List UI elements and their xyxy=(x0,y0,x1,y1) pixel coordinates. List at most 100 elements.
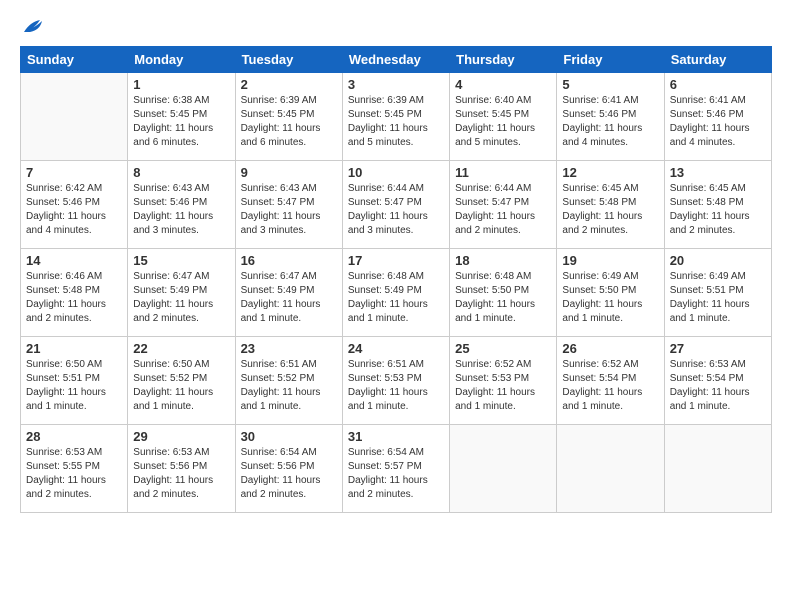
day-number: 28 xyxy=(26,429,122,444)
day-number: 29 xyxy=(133,429,229,444)
col-monday: Monday xyxy=(128,47,235,73)
logo xyxy=(20,18,44,36)
calendar-week-row: 14 Sunrise: 6:46 AMSunset: 5:48 PMDayligh… xyxy=(21,249,772,337)
sun-info: Sunrise: 6:51 AMSunset: 5:52 PMDaylight:… xyxy=(241,358,337,414)
sun-info: Sunrise: 6:50 AMSunset: 5:52 PMDaylight:… xyxy=(133,358,229,414)
sun-info: Sunrise: 6:46 AMSunset: 5:48 PMDaylight:… xyxy=(26,270,122,326)
col-wednesday: Wednesday xyxy=(342,47,449,73)
sun-info: Sunrise: 6:48 AMSunset: 5:50 PMDaylight:… xyxy=(455,270,551,326)
col-saturday: Saturday xyxy=(664,47,771,73)
sun-info: Sunrise: 6:48 AMSunset: 5:49 PMDaylight:… xyxy=(348,270,444,326)
day-number: 23 xyxy=(241,341,337,356)
table-row: 1 Sunrise: 6:38 AMSunset: 5:45 PMDaylight… xyxy=(128,73,235,161)
calendar-header-row: Sunday Monday Tuesday Wednesday Thursday… xyxy=(21,47,772,73)
sun-info: Sunrise: 6:54 AMSunset: 5:57 PMDaylight:… xyxy=(348,446,444,502)
day-number: 1 xyxy=(133,77,229,92)
sun-info: Sunrise: 6:53 AMSunset: 5:56 PMDaylight:… xyxy=(133,446,229,502)
day-number: 20 xyxy=(670,253,766,268)
day-number: 12 xyxy=(562,165,658,180)
table-row: 19Sunrise: 6:49 AMSunset: 5:50 PMDayligh… xyxy=(557,249,664,337)
table-row: 29 Sunrise: 6:53 AMSunset: 5:56 PMDayligh… xyxy=(128,425,235,513)
table-row xyxy=(557,425,664,513)
col-tuesday: Tuesday xyxy=(235,47,342,73)
day-number: 21 xyxy=(26,341,122,356)
table-row: 12 Sunrise: 6:45 AMSunset: 5:48 PMDayligh… xyxy=(557,161,664,249)
sun-info: Sunrise: 6:49 AMSunset: 5:50 PMDaylight:… xyxy=(562,270,658,326)
day-number: 8 xyxy=(133,165,229,180)
table-row: 2 Sunrise: 6:39 AMSunset: 5:45 PMDaylight… xyxy=(235,73,342,161)
day-number: 18 xyxy=(455,253,551,268)
table-row: 20Sunrise: 6:49 AMSunset: 5:51 PMDayligh… xyxy=(664,249,771,337)
sun-info: Sunrise: 6:44 AMSunset: 5:47 PMDaylight:… xyxy=(348,182,444,238)
day-number: 11 xyxy=(455,165,551,180)
day-number: 25 xyxy=(455,341,551,356)
day-number: 6 xyxy=(670,77,766,92)
table-row: 14 Sunrise: 6:46 AMSunset: 5:48 PMDayligh… xyxy=(21,249,128,337)
sun-info: Sunrise: 6:47 AMSunset: 5:49 PMDaylight:… xyxy=(241,270,337,326)
day-number: 9 xyxy=(241,165,337,180)
calendar-table: Sunday Monday Tuesday Wednesday Thursday… xyxy=(20,46,772,513)
sun-info: Sunrise: 6:45 AMSunset: 5:48 PMDaylight:… xyxy=(562,182,658,238)
logo-bird-icon xyxy=(22,18,44,36)
table-row: 10 Sunrise: 6:44 AMSunset: 5:47 PMDayligh… xyxy=(342,161,449,249)
table-row: 11 Sunrise: 6:44 AMSunset: 5:47 PMDayligh… xyxy=(450,161,557,249)
table-row: 15Sunrise: 6:47 AMSunset: 5:49 PMDayligh… xyxy=(128,249,235,337)
table-row: 9 Sunrise: 6:43 AMSunset: 5:47 PMDaylight… xyxy=(235,161,342,249)
calendar-page: Sunday Monday Tuesday Wednesday Thursday… xyxy=(0,0,792,612)
sun-info: Sunrise: 6:41 AMSunset: 5:46 PMDaylight:… xyxy=(562,94,658,150)
sun-info: Sunrise: 6:52 AMSunset: 5:54 PMDaylight:… xyxy=(562,358,658,414)
table-row xyxy=(450,425,557,513)
sun-info: Sunrise: 6:53 AMSunset: 5:55 PMDaylight:… xyxy=(26,446,122,502)
day-number: 30 xyxy=(241,429,337,444)
sun-info: Sunrise: 6:44 AMSunset: 5:47 PMDaylight:… xyxy=(455,182,551,238)
col-thursday: Thursday xyxy=(450,47,557,73)
day-number: 17 xyxy=(348,253,444,268)
day-number: 16 xyxy=(241,253,337,268)
table-row: 4 Sunrise: 6:40 AMSunset: 5:45 PMDaylight… xyxy=(450,73,557,161)
sun-info: Sunrise: 6:39 AMSunset: 5:45 PMDaylight:… xyxy=(241,94,337,150)
table-row xyxy=(21,73,128,161)
table-row: 6 Sunrise: 6:41 AMSunset: 5:46 PMDaylight… xyxy=(664,73,771,161)
sun-info: Sunrise: 6:41 AMSunset: 5:46 PMDaylight:… xyxy=(670,94,766,150)
sun-info: Sunrise: 6:52 AMSunset: 5:53 PMDaylight:… xyxy=(455,358,551,414)
table-row: 17 Sunrise: 6:48 AMSunset: 5:49 PMDayligh… xyxy=(342,249,449,337)
table-row: 25 Sunrise: 6:52 AMSunset: 5:53 PMDayligh… xyxy=(450,337,557,425)
day-number: 10 xyxy=(348,165,444,180)
table-row: 21 Sunrise: 6:50 AMSunset: 5:51 PMDayligh… xyxy=(21,337,128,425)
table-row: 5 Sunrise: 6:41 AMSunset: 5:46 PMDaylight… xyxy=(557,73,664,161)
table-row: 31 Sunrise: 6:54 AMSunset: 5:57 PMDayligh… xyxy=(342,425,449,513)
day-number: 14 xyxy=(26,253,122,268)
sun-info: Sunrise: 6:40 AMSunset: 5:45 PMDaylight:… xyxy=(455,94,551,150)
day-number: 22 xyxy=(133,341,229,356)
calendar-week-row: 7 Sunrise: 6:42 AMSunset: 5:46 PMDaylight… xyxy=(21,161,772,249)
sun-info: Sunrise: 6:45 AMSunset: 5:48 PMDaylight:… xyxy=(670,182,766,238)
table-row: 26 Sunrise: 6:52 AMSunset: 5:54 PMDayligh… xyxy=(557,337,664,425)
day-number: 3 xyxy=(348,77,444,92)
sun-info: Sunrise: 6:42 AMSunset: 5:46 PMDaylight:… xyxy=(26,182,122,238)
table-row: 28 Sunrise: 6:53 AMSunset: 5:55 PMDayligh… xyxy=(21,425,128,513)
day-number: 7 xyxy=(26,165,122,180)
day-number: 4 xyxy=(455,77,551,92)
table-row: 30Sunrise: 6:54 AMSunset: 5:56 PMDayligh… xyxy=(235,425,342,513)
day-number: 31 xyxy=(348,429,444,444)
calendar-week-row: 28 Sunrise: 6:53 AMSunset: 5:55 PMDayligh… xyxy=(21,425,772,513)
sun-info: Sunrise: 6:43 AMSunset: 5:47 PMDaylight:… xyxy=(241,182,337,238)
sun-info: Sunrise: 6:53 AMSunset: 5:54 PMDaylight:… xyxy=(670,358,766,414)
calendar-week-row: 21 Sunrise: 6:50 AMSunset: 5:51 PMDayligh… xyxy=(21,337,772,425)
col-sunday: Sunday xyxy=(21,47,128,73)
day-number: 2 xyxy=(241,77,337,92)
table-row: 27Sunrise: 6:53 AMSunset: 5:54 PMDayligh… xyxy=(664,337,771,425)
table-row: 18 Sunrise: 6:48 AMSunset: 5:50 PMDayligh… xyxy=(450,249,557,337)
sun-info: Sunrise: 6:38 AMSunset: 5:45 PMDaylight:… xyxy=(133,94,229,150)
sun-info: Sunrise: 6:39 AMSunset: 5:45 PMDaylight:… xyxy=(348,94,444,150)
day-number: 13 xyxy=(670,165,766,180)
table-row: 13 Sunrise: 6:45 AMSunset: 5:48 PMDayligh… xyxy=(664,161,771,249)
sun-info: Sunrise: 6:51 AMSunset: 5:53 PMDaylight:… xyxy=(348,358,444,414)
calendar-week-row: 1 Sunrise: 6:38 AMSunset: 5:45 PMDaylight… xyxy=(21,73,772,161)
sun-info: Sunrise: 6:50 AMSunset: 5:51 PMDaylight:… xyxy=(26,358,122,414)
day-number: 26 xyxy=(562,341,658,356)
header xyxy=(20,18,772,36)
day-number: 5 xyxy=(562,77,658,92)
table-row: 7 Sunrise: 6:42 AMSunset: 5:46 PMDaylight… xyxy=(21,161,128,249)
table-row: 23 Sunrise: 6:51 AMSunset: 5:52 PMDayligh… xyxy=(235,337,342,425)
